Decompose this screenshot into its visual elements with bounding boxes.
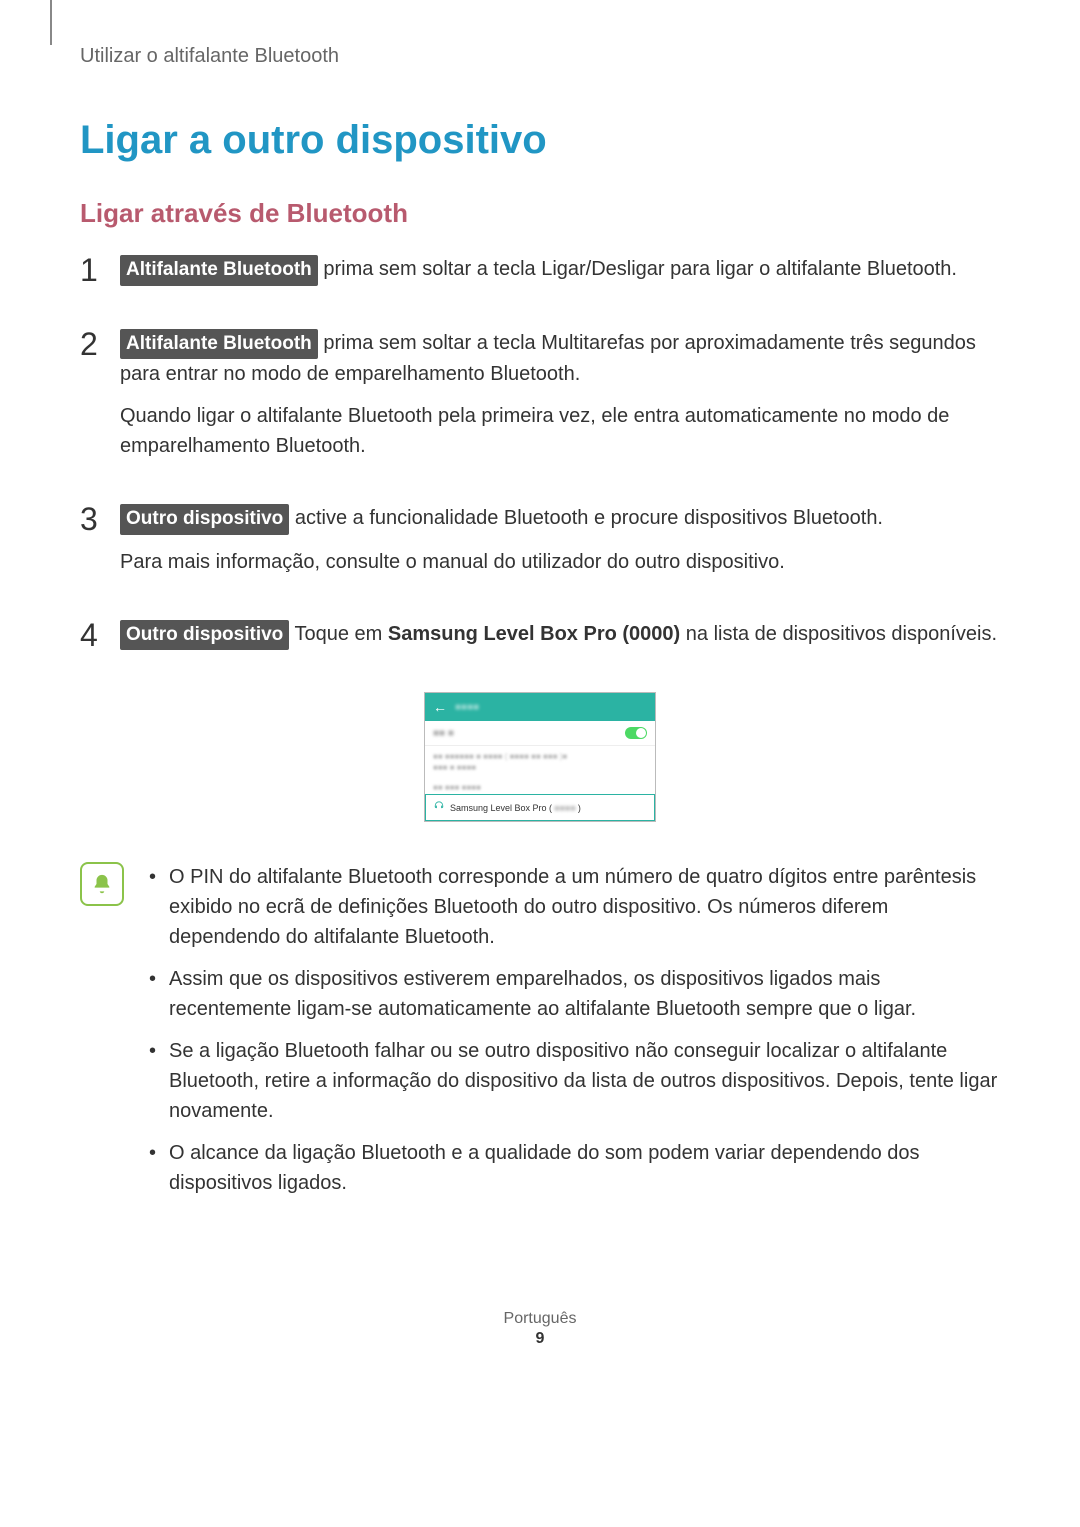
step-number: 3	[80, 503, 120, 589]
step-number: 4	[80, 619, 120, 663]
step-body: Outro dispositivo active a funcionalidad…	[120, 503, 1000, 589]
screenshot-device-close: )	[578, 803, 581, 813]
screenshot-row-blur: ■■ ■	[433, 728, 625, 739]
bullet-icon: •	[149, 862, 169, 952]
note-item: • Assim que os dispositivos estiverem em…	[149, 964, 1000, 1024]
side-rule	[50, 0, 52, 45]
headset-icon	[434, 801, 444, 814]
step-text: active a funcionalidade Bluetooth e proc…	[289, 507, 883, 529]
note-list: • O PIN do altifalante Bluetooth corresp…	[149, 862, 1000, 1210]
note-text: Assim que os dispositivos estiverem empa…	[169, 964, 1000, 1024]
step-text: prima sem soltar a tecla Ligar/Desligar …	[318, 258, 957, 280]
screenshot-section-blur: ■■ ■■■ ■■■■	[425, 778, 655, 794]
device-tag: Outro dispositivo	[120, 620, 289, 651]
note-icon	[80, 862, 124, 906]
footer-page-number: 9	[80, 1330, 1000, 1348]
step-body: Outro dispositivo Toque em Samsung Level…	[120, 619, 1000, 663]
toggle-on-icon	[625, 727, 647, 739]
screenshot-header: ← ■■■■	[425, 693, 655, 721]
bullet-icon: •	[149, 1138, 169, 1198]
running-header: Utilizar o altifalante Bluetooth	[80, 45, 1000, 68]
screenshot-desc-blur: ■■ ■■■■■■ ■ ■■■■ ( ■■■■ ■■ ■■■ )■■■■ ■ ■…	[425, 746, 655, 778]
device-tag: Outro dispositivo	[120, 504, 289, 535]
step-number: 2	[80, 328, 120, 474]
bluetooth-settings-screenshot: ← ■■■■ ■■ ■ ■■ ■■■■■■ ■ ■■■■ ( ■■■■ ■■ ■…	[424, 692, 656, 822]
page-footer: Português 9	[80, 1310, 1000, 1348]
step-body: Altifalante Bluetooth prima sem soltar a…	[120, 328, 1000, 474]
step-body: Altifalante Bluetooth prima sem soltar a…	[120, 254, 1000, 298]
screenshot-pin-blur: ■■■■	[552, 803, 578, 813]
step-extra: Para mais informação, consulte o manual …	[120, 547, 1000, 577]
step-3: 3 Outro dispositivo active a funcionalid…	[80, 503, 1000, 589]
step-text-before: Toque em	[289, 623, 388, 645]
back-icon: ←	[433, 699, 447, 715]
step-bold: Samsung Level Box Pro (0000)	[388, 623, 680, 645]
footer-language: Português	[80, 1310, 1000, 1328]
screenshot-title-blur: ■■■■	[455, 702, 647, 713]
bell-icon	[91, 873, 113, 895]
note-text: O PIN do altifalante Bluetooth correspon…	[169, 862, 1000, 952]
note-text: Se a ligação Bluetooth falhar ou se outr…	[169, 1036, 1000, 1126]
step-2: 2 Altifalante Bluetooth prima sem soltar…	[80, 328, 1000, 474]
note-block: • O PIN do altifalante Bluetooth corresp…	[80, 862, 1000, 1210]
section-subtitle: Ligar através de Bluetooth	[80, 198, 1000, 229]
note-item: • Se a ligação Bluetooth falhar ou se ou…	[149, 1036, 1000, 1126]
device-tag: Altifalante Bluetooth	[120, 255, 318, 286]
page-title: Ligar a outro dispositivo	[80, 118, 1000, 163]
step-extra: Quando ligar o altifalante Bluetooth pel…	[120, 401, 1000, 461]
step-1: 1 Altifalante Bluetooth prima sem soltar…	[80, 254, 1000, 298]
note-item: • O PIN do altifalante Bluetooth corresp…	[149, 862, 1000, 952]
step-4: 4 Outro dispositivo Toque em Samsung Lev…	[80, 619, 1000, 663]
page: Utilizar o altifalante Bluetooth Ligar a…	[0, 0, 1080, 1378]
screenshot-toggle-row: ■■ ■	[425, 721, 655, 746]
screenshot-device-row: Samsung Level Box Pro (■■■■)	[425, 794, 655, 821]
screenshot-device-name: Samsung Level Box Pro (	[450, 803, 552, 813]
bullet-icon: •	[149, 1036, 169, 1126]
note-text: O alcance da ligação Bluetooth e a quali…	[169, 1138, 1000, 1198]
bullet-icon: •	[149, 964, 169, 1024]
note-item: • O alcance da ligação Bluetooth e a qua…	[149, 1138, 1000, 1198]
step-text-after: na lista de dispositivos disponíveis.	[680, 623, 997, 645]
step-number: 1	[80, 254, 120, 298]
device-tag: Altifalante Bluetooth	[120, 329, 318, 360]
